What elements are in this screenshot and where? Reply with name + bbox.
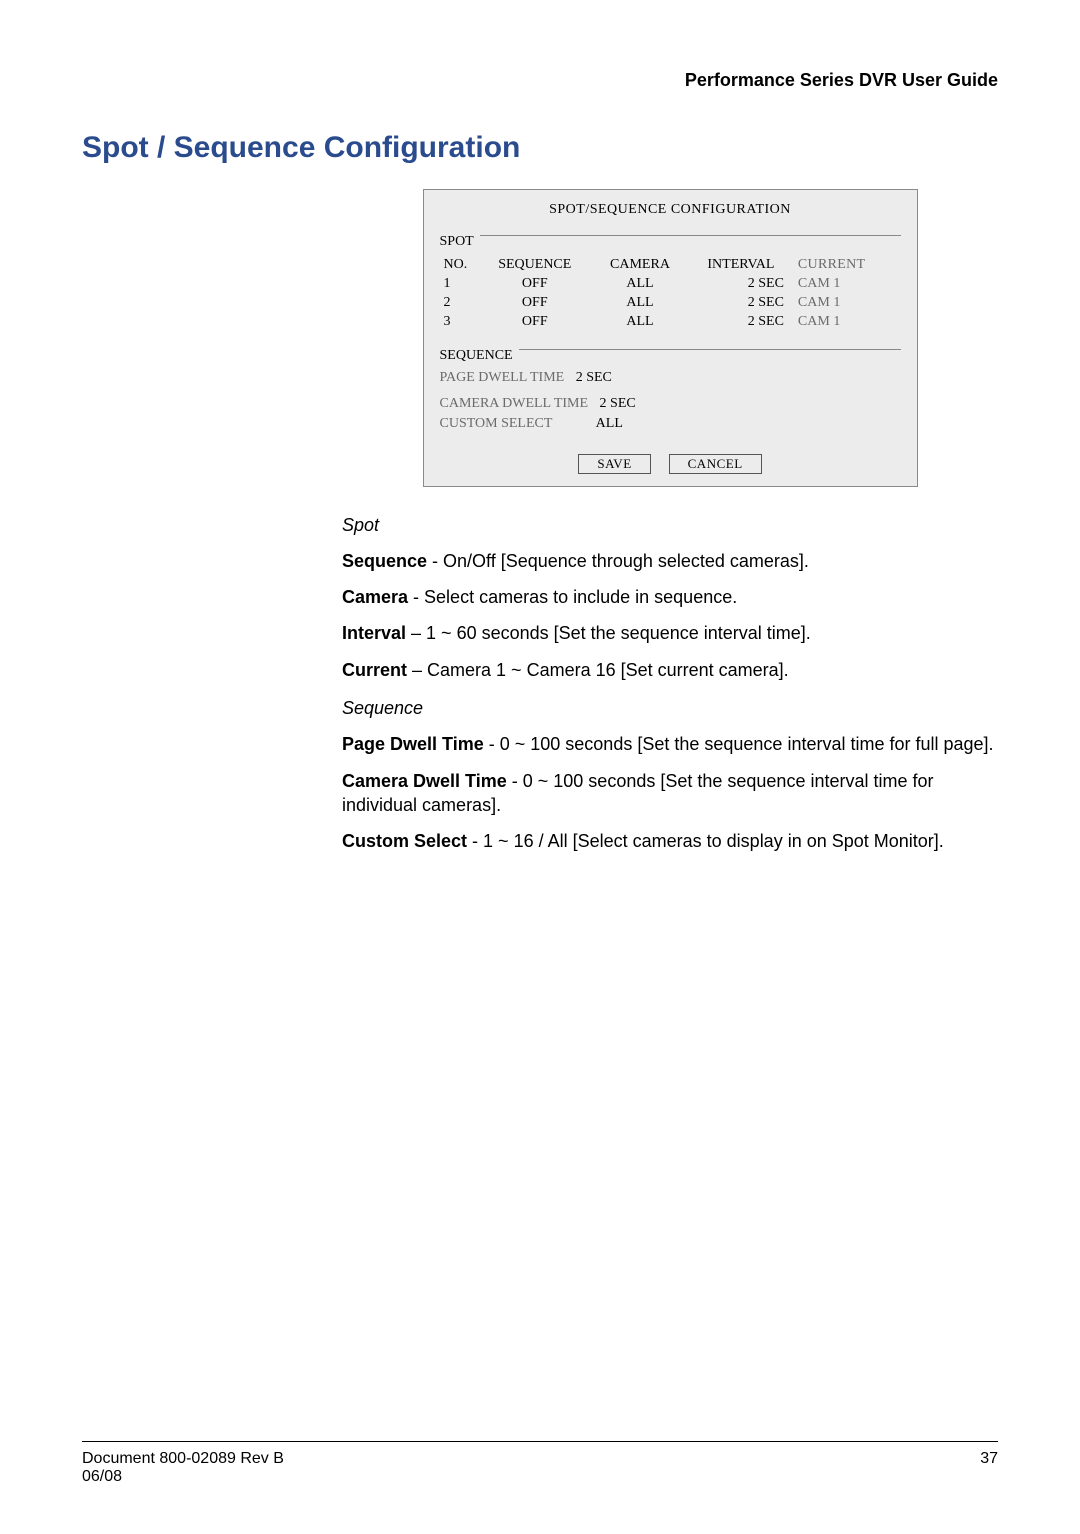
footer-page: 37 — [980, 1450, 998, 1486]
group-label-wrap: SEQUENCE — [440, 350, 901, 366]
section-heading: Spot / Sequence Configuration — [82, 131, 998, 165]
cell-no: 2 — [440, 294, 478, 313]
camera-dwell-value[interactable]: 2 SEC — [600, 396, 636, 411]
spot-subhead: Spot — [342, 513, 998, 537]
th-sequence: SEQUENCE — [478, 256, 593, 275]
seq-page-dwell-label: Page Dwell Time — [342, 734, 484, 754]
page-header: Performance Series DVR User Guide — [82, 70, 998, 91]
page-dwell-row[interactable]: PAGE DWELL TIME 2 SEC — [440, 370, 901, 386]
table-row[interactable]: 3 OFF ALL 2 SEC CAM 1 — [440, 313, 901, 332]
seq-custom-select-line: Custom Select - 1 ~ 16 / All [Select cam… — [342, 829, 998, 853]
spot-current-line: Current – Camera 1 ~ Camera 16 [Set curr… — [342, 658, 998, 682]
custom-select-row[interactable]: CUSTOM SELECT ALL — [440, 416, 901, 432]
footer-doc: Document 800-02089 Rev B — [82, 1450, 284, 1468]
cell-current[interactable]: CAM 1 — [794, 313, 901, 332]
sequence-subhead: Sequence — [342, 696, 998, 720]
cell-camera[interactable]: ALL — [592, 313, 688, 332]
cell-no: 3 — [440, 313, 478, 332]
cell-no: 1 — [440, 275, 478, 294]
spot-interval-label: Interval — [342, 623, 406, 643]
spot-camera-label: Camera — [342, 587, 408, 607]
save-button[interactable]: SAVE — [578, 454, 650, 474]
button-row: SAVE CANCEL — [440, 454, 901, 474]
camera-dwell-row[interactable]: CAMERA DWELL TIME 2 SEC — [440, 396, 901, 412]
osd-wrap: SPOT/SEQUENCE CONFIGURATION SPOT NO. SEQ… — [342, 189, 998, 487]
camera-dwell-label: CAMERA DWELL TIME — [440, 396, 589, 411]
seq-custom-select-label: Custom Select — [342, 831, 467, 851]
custom-select-value[interactable]: ALL — [596, 416, 623, 431]
seq-page-dwell-line: Page Dwell Time - 0 ~ 100 seconds [Set t… — [342, 732, 998, 756]
spot-camera-text: - Select cameras to include in sequence. — [408, 587, 737, 607]
seq-camera-dwell-label: Camera Dwell Time — [342, 771, 507, 791]
footer-date: 06/08 — [82, 1468, 284, 1486]
page-dwell-value[interactable]: 2 SEC — [576, 370, 612, 385]
sequence-group-label: SEQUENCE — [440, 348, 519, 364]
page-root: Performance Series DVR User Guide Spot /… — [0, 0, 1080, 1534]
cell-sequence[interactable]: OFF — [478, 294, 593, 313]
guide-title: Performance Series DVR User Guide — [685, 70, 998, 90]
th-no: NO. — [440, 256, 478, 275]
cell-sequence[interactable]: OFF — [478, 313, 593, 332]
page-dwell-label: PAGE DWELL TIME — [440, 370, 565, 385]
osd-dialog: SPOT/SEQUENCE CONFIGURATION SPOT NO. SEQ… — [423, 189, 918, 487]
cell-current[interactable]: CAM 1 — [794, 275, 901, 294]
cell-sequence[interactable]: OFF — [478, 275, 593, 294]
sequence-group: SEQUENCE PAGE DWELL TIME 2 SEC CAMERA DW… — [440, 342, 901, 432]
cell-interval[interactable]: 2 SEC — [688, 313, 794, 332]
th-current: CURRENT — [794, 256, 901, 275]
th-interval: INTERVAL — [688, 256, 794, 275]
spot-camera-line: Camera - Select cameras to include in se… — [342, 585, 998, 609]
table-row[interactable]: 1 OFF ALL 2 SEC CAM 1 — [440, 275, 901, 294]
spot-current-label: Current — [342, 660, 407, 680]
spot-sequence-label: Sequence — [342, 551, 427, 571]
spot-table: NO. SEQUENCE CAMERA INTERVAL CURRENT 1 O… — [440, 256, 901, 332]
spot-group-label: SPOT — [440, 234, 480, 250]
spot-interval-text: – 1 ~ 60 seconds [Set the sequence inter… — [406, 623, 811, 643]
cell-interval[interactable]: 2 SEC — [688, 294, 794, 313]
seq-camera-dwell-line: Camera Dwell Time - 0 ~ 100 seconds [Set… — [342, 769, 998, 818]
custom-select-label: CUSTOM SELECT — [440, 416, 553, 431]
body-copy: Spot Sequence - On/Off [Sequence through… — [342, 513, 998, 854]
th-camera: CAMERA — [592, 256, 688, 275]
spot-current-text: – Camera 1 ~ Camera 16 [Set current came… — [407, 660, 789, 680]
content-block: SPOT/SEQUENCE CONFIGURATION SPOT NO. SEQ… — [342, 189, 998, 854]
cell-camera[interactable]: ALL — [592, 294, 688, 313]
footer-rule — [82, 1441, 998, 1442]
spot-sequence-text: - On/Off [Sequence through selected came… — [427, 551, 809, 571]
osd-title: SPOT/SEQUENCE CONFIGURATION — [440, 202, 901, 218]
footer-row: Document 800-02089 Rev B 06/08 37 — [82, 1450, 998, 1486]
spot-table-head: NO. SEQUENCE CAMERA INTERVAL CURRENT — [440, 256, 901, 275]
seq-custom-select-text: - 1 ~ 16 / All [Select cameras to displa… — [467, 831, 944, 851]
cell-camera[interactable]: ALL — [592, 275, 688, 294]
cell-current[interactable]: CAM 1 — [794, 294, 901, 313]
table-row[interactable]: 2 OFF ALL 2 SEC CAM 1 — [440, 294, 901, 313]
seq-page-dwell-text: - 0 ~ 100 seconds [Set the sequence inte… — [484, 734, 994, 754]
cancel-button[interactable]: CANCEL — [669, 454, 762, 474]
spot-group: SPOT NO. SEQUENCE CAMERA INTERVAL CURREN… — [440, 228, 901, 332]
page-footer: Document 800-02089 Rev B 06/08 37 — [82, 1441, 998, 1486]
spot-sequence-line: Sequence - On/Off [Sequence through sele… — [342, 549, 998, 573]
spot-interval-line: Interval – 1 ~ 60 seconds [Set the seque… — [342, 621, 998, 645]
group-label-wrap: SPOT — [440, 236, 901, 252]
footer-left: Document 800-02089 Rev B 06/08 — [82, 1450, 284, 1486]
cell-interval[interactable]: 2 SEC — [688, 275, 794, 294]
